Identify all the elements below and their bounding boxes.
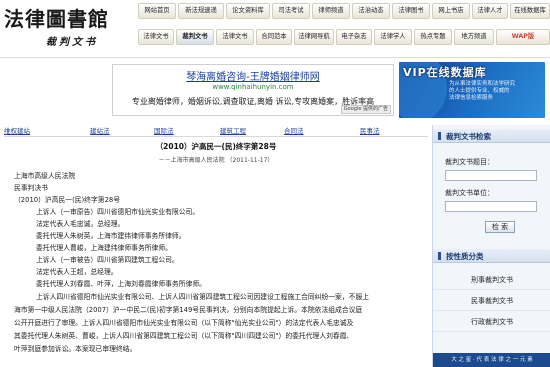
nav-papers[interactable]: 论文资料库 <box>226 3 270 19</box>
bar-icon <box>438 252 441 260</box>
menu-link[interactable]: 维权建站 <box>4 125 30 135</box>
menu-link[interactable]: 建筑工程 <box>220 125 246 135</box>
doc-line: 上诉人（一审被告）四川省第四建筑工程公司。 <box>36 256 179 264</box>
nav-lawyer[interactable]: 律师频道 <box>312 3 350 19</box>
menu-link[interactable]: 建站法 <box>90 125 110 135</box>
doc-line: 法定代表人毛忠诚，总经理。 <box>36 220 125 228</box>
menu-link[interactable]: 国际法 <box>154 125 174 135</box>
banner-line: 法律信息检索服务 <box>449 94 494 101</box>
site-logo[interactable]: 法律圖書館 裁判文书 <box>2 0 136 56</box>
unit-field-label: 裁判文书单位： <box>445 189 494 197</box>
sponsored-ad[interactable]: 琴海离婚咨询-王牌婚姻律师网 www.qinhaihunyin.com 专业离婚… <box>112 64 394 116</box>
banner-text: 为从事法律实务和法学研究 的人士提供专业、权威的 法律信息检索服务 <box>449 81 543 101</box>
banner-title: VIP在线数据库 <box>403 66 487 79</box>
judgment-unit-input[interactable] <box>445 201 537 212</box>
nav-wap[interactable]: WAP版 <box>496 29 550 45</box>
nav-online-store[interactable]: 网上书店 <box>432 3 470 19</box>
doc-line: 民事判决书 <box>14 184 48 192</box>
category-criminal[interactable]: 刑事裁判文书 <box>433 270 550 290</box>
search-panel-title: 裁判文书检索 <box>446 132 491 141</box>
case-court: －－上海市高级人民法院 （2011-11-17） <box>158 157 274 164</box>
top-nav: 网站首页 新法规速递 论文资料库 司法考试 律师频道 法治动态 法律图书 网上书… <box>138 3 550 45</box>
doc-paragraph-line: 叶萍到庭参加诉讼。本案现已审理终结。 <box>14 345 137 353</box>
doc-paragraph-line: 公开开庭进行了审理。上诉人四川省德阳市仙光实业有限公司（以下简称"仙光实业公司"… <box>14 319 354 327</box>
menu-link[interactable]: 合同法 <box>284 125 304 135</box>
category-civil[interactable]: 民事裁判文书 <box>433 291 550 311</box>
category-panel-header: 按性质分类 <box>433 249 550 263</box>
doc-line: 法定代表人王超，总经理。 <box>36 268 118 276</box>
ad-title[interactable]: 琴海离婚咨询-王牌婚姻律师网 <box>113 68 393 83</box>
nav-legal-books[interactable]: 法律图书 <box>392 3 430 19</box>
nav-judgments[interactable]: 裁判文书 <box>176 29 214 45</box>
judgment-title-input[interactable] <box>445 170 537 181</box>
nav-legal-talent[interactable]: 法律人才 <box>472 3 508 19</box>
banner-line: 为从事法律实务和法学研究 <box>449 81 516 87</box>
nav-legal-news[interactable]: 法治动态 <box>352 3 390 19</box>
nav-online-db[interactable]: 在线数据库 <box>510 3 550 19</box>
nav-hot-topics[interactable]: 热点专题 <box>414 29 452 45</box>
nav-home[interactable]: 网站首页 <box>138 3 176 19</box>
search-panel-header: 裁判文书检索 <box>433 129 550 143</box>
title-field-label: 裁判文书题目： <box>445 158 494 166</box>
nav-e-magazine[interactable]: 电子杂志 <box>336 29 372 45</box>
page: { "site": {"logo_main": "法律圖書館", "logo_s… <box>0 0 550 367</box>
nav-new-laws[interactable]: 新法规速递 <box>178 3 224 19</box>
doc-paragraph-line: 海市第一中级人民法院（2007）沪一中民二(民)初字第149号民事判决，分别向本… <box>14 306 363 314</box>
google-ads-badge[interactable]: Google 提供的广告 <box>340 105 391 114</box>
doc-line: （2010）沪高民一(民)终字第28号 <box>14 196 121 204</box>
site-header: 法律圖書館 裁判文书 网站首页 新法规速递 论文资料库 司法考试 律师频道 法治… <box>0 0 550 58</box>
nav-law-directory[interactable]: 法律网导航 <box>294 29 334 45</box>
logo-title: 法律圖書館 <box>4 7 109 31</box>
vip-database-banner[interactable]: VIP在线数据库 为从事法律实务和法学研究 的人士提供专业、权威的 法律信息检索… <box>399 62 545 118</box>
category-panel-title: 按性质分类 <box>446 252 484 261</box>
nav-contract-templates[interactable]: 合同范本 <box>256 29 292 45</box>
doc-line: 上诉人（一审原告）四川省德阳市仙光实业有限公司。 <box>36 208 200 216</box>
sidebar-footer-banner[interactable]: 大 之 星 · 代 表 法 律 之 一 元 素 <box>433 353 550 367</box>
header-divider <box>0 57 550 58</box>
nav-legal-docs[interactable]: 法律文书 <box>138 29 174 45</box>
bar-icon <box>438 132 441 140</box>
banner-line: 的人士提供专业、权威的 <box>449 87 510 94</box>
search-button[interactable]: 检 索 <box>485 221 515 233</box>
sidebar: 裁判文书检索 裁判文书题目： 裁判文书单位： 检 索 按性质分类 刑事裁判文书 … <box>432 125 550 367</box>
menu-link[interactable]: 民事法 <box>360 125 380 135</box>
category-menu: 维权建站 建站法 国际法 建筑工程 合同法 民事法 <box>4 125 428 137</box>
logo-subtitle: 裁判文书 <box>46 37 98 48</box>
doc-line: 委托代理人刘春霞、叶萍，上海刘春霞律师事务所律师。 <box>36 280 206 288</box>
nav-wap-label: WAP版 <box>511 33 535 40</box>
nav-judicial-exam[interactable]: 司法考试 <box>272 3 310 19</box>
nav-legal-scholars[interactable]: 法律学人 <box>374 29 412 45</box>
nav-local[interactable]: 地方频道 <box>454 29 494 45</box>
doc-paragraph-line: 其委托代理人朱树英、曹峻，上诉人四川省第四建筑工程公司（以下简称"四川四建公司"… <box>14 332 354 340</box>
doc-line: 委托代理人曹峻，上海建纬律师事务所律师。 <box>36 244 172 252</box>
ad-url[interactable]: www.qinhaihunyin.com <box>113 83 393 91</box>
category-administrative[interactable]: 行政裁判文书 <box>433 312 550 332</box>
case-title: （2010）沪高民一(民)终字第28号 <box>155 142 277 151</box>
doc-paragraph-line: 上诉人四川省德阳市仙光实业有限公司、上诉人四川省第四建筑工程公司因建设工程施工合… <box>36 293 370 301</box>
doc-line: 上海市高级人民法院 <box>14 172 76 180</box>
doc-line: 委托代理人朱树英，上海市建纬律师事务所律师。 <box>36 232 186 240</box>
nav-legal-docs-2[interactable]: 法律文书 <box>216 29 254 45</box>
